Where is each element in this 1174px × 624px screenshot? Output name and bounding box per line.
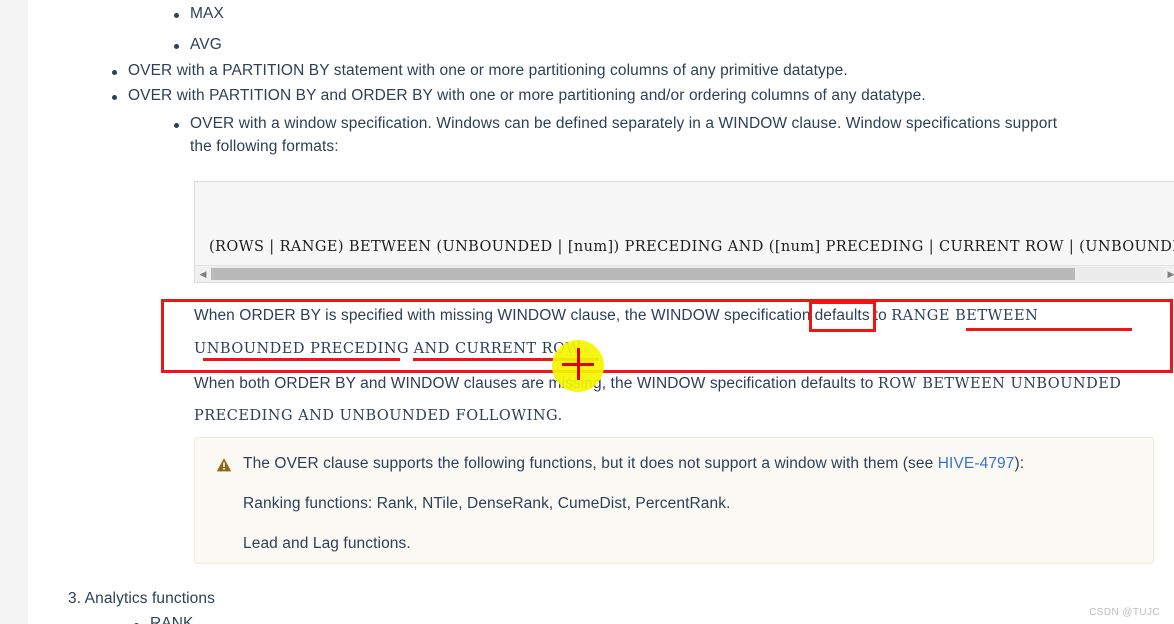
hive-4797-link[interactable]: HIVE-4797 [938, 455, 1015, 472]
second-paragraph-text: When both ORDER BY and WINDOW clauses ar… [194, 375, 874, 392]
warning-callout-body: The OVER clause supports the following f… [243, 453, 1139, 556]
highlighted-text-a: When ORDER BY is specified with missing … [194, 307, 811, 324]
horizontal-scrollbar[interactable]: ◀ ▶ [195, 265, 1174, 282]
scrollbar-thumb[interactable] [211, 268, 1075, 280]
warning-line-2: Ranking functions: Rank, NTile, DenseRan… [243, 494, 731, 512]
bullet-label-avg: AVG [190, 36, 222, 53]
crosshair-cursor-icon [562, 348, 594, 380]
bullet-over-partition-order-by: OVER with PARTITION BY and ORDER BY with… [106, 85, 1166, 108]
highlighted-paragraph-line1: When ORDER BY is specified with missing … [194, 301, 1174, 332]
bullet-label-over-window-line2: the following formats: [190, 137, 339, 155]
inline-code-range-between: RANGE BETWEEN [891, 308, 1039, 324]
watermark: CSDN @TUJC [1089, 607, 1160, 618]
red-underline-range-between [966, 328, 1132, 331]
list-item: OVER with a window specification. Window… [168, 113, 1174, 159]
bullet-label-rank: RANK [150, 615, 194, 624]
inline-code-row-between-unbounded: ROW BETWEEN UNBOUNDED [877, 376, 1122, 392]
highlighted-text-b: to [873, 307, 887, 324]
sub-bullet-list-aggregates: MAX [168, 3, 224, 26]
section-heading-analytics-functions: 3. Analytics functions [68, 590, 215, 607]
scroll-right-arrow-icon[interactable]: ▶ [1163, 266, 1174, 282]
warning-line-3: Lead and Lag functions. [243, 534, 411, 552]
left-gutter [0, 0, 28, 624]
list-item: AVG [168, 34, 222, 57]
sub-bullet-avg: AVG [168, 34, 222, 57]
document-page: MAX AVG OVER with a PARTITION BY stateme… [28, 0, 1174, 624]
highlighted-paragraph: When ORDER BY is specified with missing … [194, 301, 1174, 361]
bullet-label-over-partition: OVER with a PARTITION BY statement with … [128, 62, 848, 79]
list-item: MAX [168, 3, 224, 26]
bullet-over-window-spec: OVER with a window specification. Window… [168, 113, 1174, 159]
inline-code-unbounded-preceding: UNBOUNDED PRECEDING [194, 340, 410, 357]
inline-code-preceding-and-unbounded-following: PRECEDING AND UNBOUNDED FOLLOWING. [194, 407, 563, 424]
warning-callout: The OVER clause supports the following f… [194, 437, 1154, 564]
scroll-left-arrow-icon[interactable]: ◀ [195, 266, 211, 282]
bullet-label-over-window-line1: OVER with a window specification. Window… [190, 115, 1058, 132]
list-item: RANK [128, 613, 193, 624]
warning-text-b: ): [1014, 455, 1025, 472]
warning-triangle-icon [216, 457, 232, 473]
red-underline-unbounded-preceding [203, 358, 400, 361]
second-paragraph: When both ORDER BY and WINDOW clauses ar… [194, 373, 1174, 428]
annotated-word-defaults: defaults [808, 301, 876, 332]
second-paragraph-line1: When both ORDER BY and WINDOW clauses ar… [194, 373, 1174, 396]
warning-text-a: The OVER clause supports the following f… [243, 455, 934, 472]
warning-line-1: The OVER clause supports the following f… [243, 453, 1139, 476]
cursor-horizontal-stroke [562, 363, 594, 366]
bullet-rank: RANK [128, 613, 193, 624]
code-block-window-formats: (ROWS | RANGE) BETWEEN (UNBOUNDED | [num… [194, 181, 1174, 283]
bullet-over-partition-by: OVER with a PARTITION BY statement with … [106, 60, 1106, 83]
bullet-label-over-partition-order: OVER with PARTITION BY and ORDER BY with… [128, 87, 926, 104]
list-item: OVER with a PARTITION BY statement with … [106, 60, 1106, 83]
code-line-1: (ROWS | RANGE) BETWEEN (UNBOUNDED | [num… [209, 239, 1174, 256]
second-paragraph-line2: PRECEDING AND UNBOUNDED FOLLOWING. [194, 405, 1174, 428]
bullet-label-max: MAX [190, 5, 224, 22]
list-item: OVER with PARTITION BY and ORDER BY with… [106, 85, 1166, 108]
